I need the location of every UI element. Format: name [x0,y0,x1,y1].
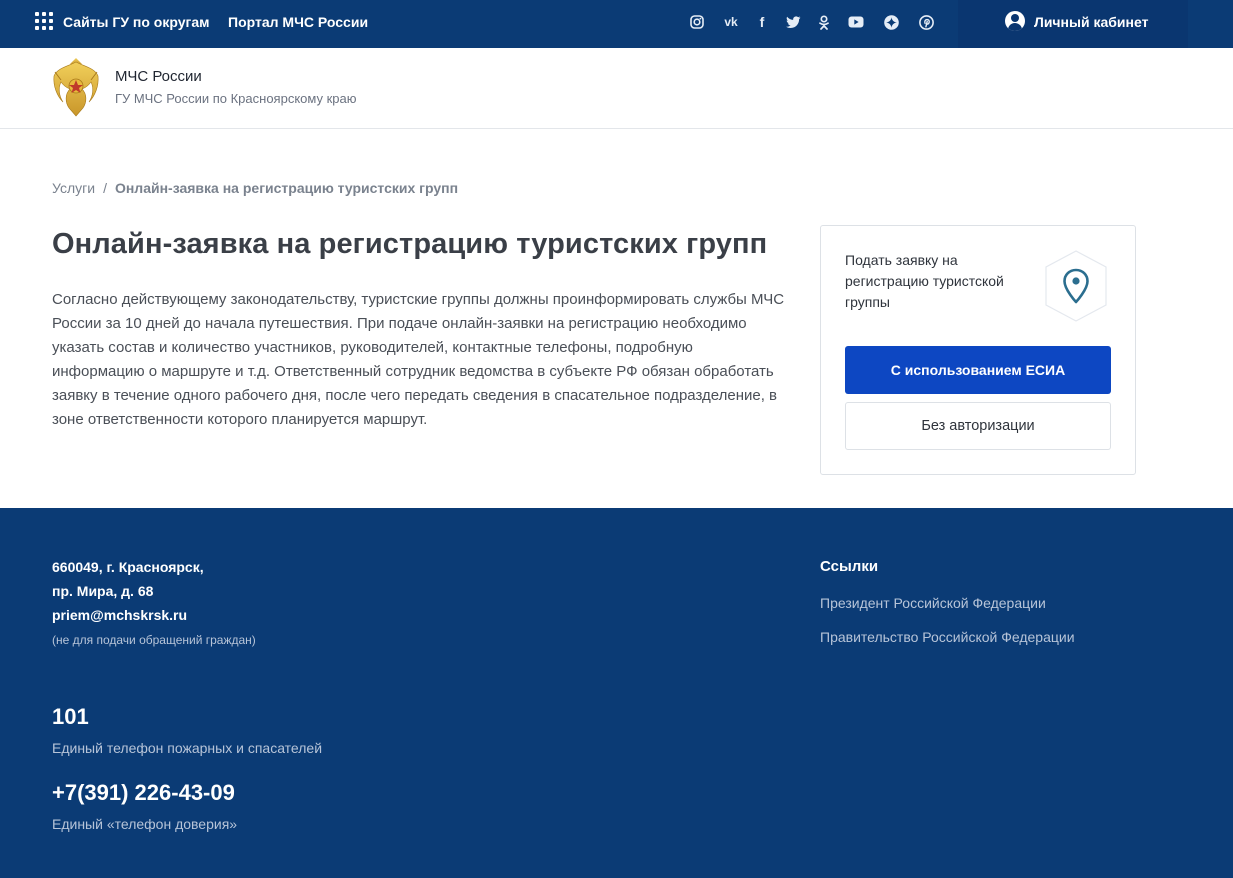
breadcrumb-separator: / [103,180,107,196]
top-bar: Сайты ГУ по округам Портал МЧС России vk… [0,0,1233,48]
personal-cabinet-label: Личный кабинет [1034,14,1149,30]
vk-icon[interactable]: vk [721,12,741,32]
regional-sites-link[interactable]: Сайты ГУ по округам [63,14,210,30]
zen-icon[interactable] [881,12,901,32]
emergency-phone[interactable]: 101 [52,704,89,730]
emergency-phone-desc: Единый телефон пожарных и спасателей [52,740,323,756]
page-title: Онлайн-заявка на регистрацию туристских … [52,228,768,260]
user-icon [1005,11,1025,31]
trust-phone-desc: Единый «телефон доверия» [52,816,238,832]
pinterest-icon[interactable] [916,12,936,32]
org-name[interactable]: МЧС России [115,68,202,85]
footer-email-link[interactable]: priem@mchskrsk.ru [52,607,187,623]
footer-link-government[interactable]: Правительство Российской Федерации [820,629,1075,645]
footer-address-line1: 660049, г. Красноярск, [52,559,204,575]
facebook-icon[interactable]: f [752,12,772,32]
breadcrumb-current: Онлайн-заявка на регистрацию туристских … [114,180,459,196]
footer-links-title: Ссылки [820,558,879,575]
instagram-icon[interactable] [687,12,707,32]
org-subtitle: ГУ МЧС России по Красноярскому краю [115,91,357,106]
twitter-icon[interactable] [783,12,803,32]
footer-address-line2: пр. Мира, д. 68 [52,583,154,599]
site-footer: 660049, г. Красноярск, пр. Мира, д. 68 p… [0,508,1233,878]
page-description: Согласно действующему законодательству, … [52,291,785,428]
apps-grid-icon[interactable] [35,12,53,30]
breadcrumb: Услуги / Онлайн-заявка на регистрацию тури… [52,180,458,196]
location-pin-icon [1045,250,1107,322]
trust-phone[interactable]: +7(391) 226-43-09 [52,780,235,806]
mchs-emblem-logo[interactable] [51,56,101,118]
site-header: МЧС России ГУ МЧС России по Красноярском… [0,48,1233,129]
footer-link-president[interactable]: Президент Российской Федерации [820,595,1046,611]
card-title: Подать заявку на регистрацию туристской … [845,252,1004,310]
odnoklassniki-icon[interactable] [814,12,834,32]
esia-login-button[interactable]: С использованием ЕСИА [845,346,1111,394]
personal-cabinet-button[interactable]: Личный кабинет [958,0,1188,48]
footer-email-note: (не для подачи обращений граждан) [52,633,256,647]
youtube-icon[interactable] [846,12,866,32]
breadcrumb-services-link[interactable]: Услуги [52,180,95,196]
no-auth-button[interactable]: Без авторизации [845,402,1111,450]
mchs-portal-link[interactable]: Портал МЧС России [228,14,368,30]
application-card: Подать заявку на регистрацию туристской … [820,225,1136,475]
